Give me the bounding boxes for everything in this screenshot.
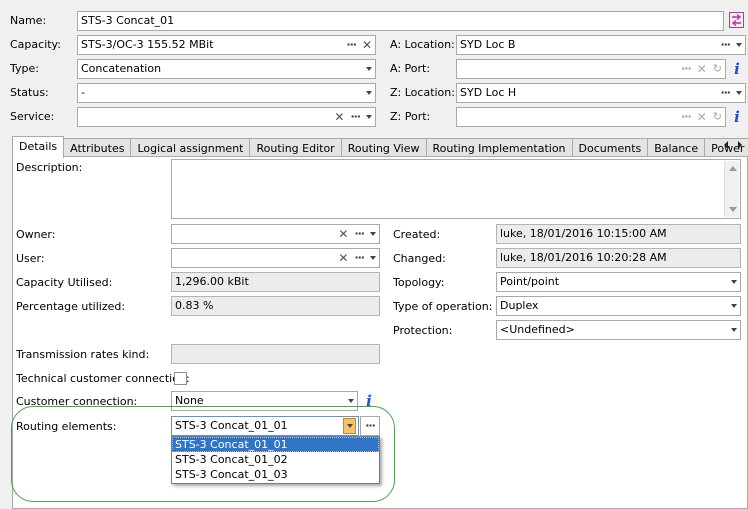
technical-customer-connection-label: Technical customer connection: (16, 372, 190, 385)
capacity-clear-button[interactable]: ✕ (362, 38, 372, 52)
type-dropdown[interactable]: Concatenation (77, 59, 376, 79)
chevron-down-icon[interactable] (731, 328, 737, 332)
a-port-clear-button[interactable]: ✕ (697, 62, 707, 76)
tab-scroll-left-icon[interactable] (722, 140, 730, 153)
owner-more-button[interactable]: ··· (354, 227, 365, 241)
owner-field[interactable]: ✕ ··· (171, 224, 380, 244)
more-icon: ··· (365, 419, 376, 432)
changed-label: Changed: (393, 252, 446, 265)
transmission-rates-kind-field (171, 344, 380, 364)
protection-dropdown[interactable]: <Undefined> (496, 320, 741, 340)
type-label: Type: (10, 62, 39, 75)
capacity-field[interactable]: STS-3/OC-3 155.52 MBit ··· ✕ (77, 35, 376, 55)
a-port-info-icon[interactable]: i (731, 61, 743, 77)
status-dropdown[interactable]: - (77, 83, 376, 103)
tab-scroll-right-icon[interactable] (736, 140, 744, 153)
chevron-down-icon[interactable] (370, 232, 376, 236)
type-of-operation-dropdown[interactable]: Duplex (496, 296, 741, 316)
customer-connection-info-icon[interactable]: i (363, 393, 375, 409)
tab-documents[interactable]: Documents (571, 138, 649, 158)
description-label: Description: (16, 161, 83, 174)
type-of-operation-label: Type of operation: (393, 300, 493, 313)
created-field: luke, 18/01/2016 10:15:00 AM (496, 224, 741, 244)
user-field[interactable]: ✕ ··· (171, 248, 380, 268)
routing-elements-more-button[interactable]: ··· (360, 416, 380, 436)
tab-routing-view[interactable]: Routing View (340, 138, 427, 158)
owner-clear-button[interactable]: ✕ (338, 227, 348, 241)
service-label: Service: (10, 110, 55, 123)
percentage-utilized-label: Percentage utilized: (16, 300, 126, 313)
tab-attributes[interactable]: Attributes (63, 138, 132, 158)
z-location-field[interactable]: SYD Loc H ··· (456, 83, 746, 103)
chevron-down-icon[interactable] (366, 91, 372, 95)
capacity-label: Capacity: (10, 38, 61, 51)
changed-field: luke, 18/01/2016 10:20:28 AM (496, 248, 741, 268)
tab-routing-implementation[interactable]: Routing Implementation (425, 138, 573, 158)
capacity-utilised-label: Capacity Utilised: (16, 276, 113, 289)
a-port-reset-icon[interactable]: ↻ (713, 62, 722, 76)
routing-elements-dropdown[interactable]: STS-3 Concat_01_01 (171, 416, 359, 436)
topology-label: Topology: (393, 276, 445, 289)
user-more-button[interactable]: ··· (354, 251, 365, 265)
tab-details[interactable]: Details (12, 136, 65, 158)
name-field[interactable]: STS-3 Concat_01 (77, 11, 724, 31)
a-location-more-button[interactable]: ··· (720, 38, 731, 52)
z-port-more-button[interactable]: ··· (681, 110, 692, 124)
routing-elements-label: Routing elements: (16, 420, 117, 433)
chevron-down-icon[interactable] (736, 43, 742, 47)
z-port-field[interactable]: ··· ✕ ↻ (456, 107, 726, 127)
z-port-label: Z: Port: (390, 110, 431, 123)
technical-customer-connection-checkbox[interactable] (174, 372, 187, 385)
a-port-label: A: Port: (390, 62, 431, 75)
z-port-clear-button[interactable]: ✕ (697, 110, 707, 124)
customer-connection-dropdown[interactable]: None (171, 391, 358, 411)
service-more-button[interactable]: ··· (350, 110, 361, 124)
chevron-down-icon[interactable] (366, 67, 372, 71)
a-location-label: A: Location: (390, 38, 455, 51)
chevron-down-icon[interactable] (736, 91, 742, 95)
z-location-label: Z: Location: (390, 86, 455, 99)
chevron-down-icon[interactable] (366, 115, 372, 119)
z-port-reset-icon[interactable]: ↻ (713, 110, 722, 124)
chevron-down-icon[interactable] (370, 256, 376, 260)
swap-icon[interactable] (729, 12, 744, 28)
routing-elements-dropdown-button[interactable] (343, 418, 356, 434)
service-field[interactable]: ✕ ··· (77, 107, 376, 127)
tab-logical-assignment[interactable]: Logical assignment (130, 138, 251, 158)
scroll-up-icon[interactable] (729, 166, 737, 171)
service-clear-button[interactable]: ✕ (334, 110, 344, 124)
a-port-field[interactable]: ··· ✕ ↻ (456, 59, 726, 79)
topology-dropdown[interactable]: Point/point (496, 272, 741, 292)
transmission-rates-kind-label: Transmission rates kind: (16, 348, 150, 361)
z-location-more-button[interactable]: ··· (720, 86, 731, 100)
routing-element-option[interactable]: STS-3 Concat_01_01 (172, 437, 379, 452)
routing-elements-options: STS-3 Concat_01_01 STS-3 Concat_01_02 ST… (171, 436, 380, 484)
z-port-info-icon[interactable]: i (731, 109, 743, 125)
customer-connection-label: Customer connection: (16, 395, 138, 408)
chevron-down-icon (346, 424, 353, 428)
created-label: Created: (393, 228, 441, 241)
scroll-down-icon[interactable] (729, 207, 737, 212)
user-clear-button[interactable]: ✕ (338, 251, 348, 265)
capacity-more-button[interactable]: ··· (346, 38, 357, 52)
capacity-utilised-field: 1,296.00 kBit (171, 272, 380, 292)
chevron-down-icon[interactable] (731, 280, 737, 284)
name-label: Name: (10, 14, 47, 27)
user-label: User: (16, 252, 45, 265)
protection-label: Protection: (393, 324, 453, 337)
description-textarea[interactable] (171, 159, 741, 219)
tab-routing-editor[interactable]: Routing Editor (249, 138, 342, 158)
owner-label: Owner: (16, 228, 56, 241)
routing-element-option[interactable]: STS-3 Concat_01_03 (172, 467, 379, 482)
a-location-field[interactable]: SYD Loc B ··· (456, 35, 746, 55)
description-scrollbar[interactable] (724, 161, 739, 217)
percentage-utilized-field: 0.83 % (171, 296, 380, 316)
chevron-down-icon[interactable] (348, 399, 354, 403)
a-port-more-button[interactable]: ··· (681, 62, 692, 76)
routing-element-option[interactable]: STS-3 Concat_01_02 (172, 452, 379, 467)
tab-strip: Details Attributes Logical assignment Ro… (12, 136, 748, 158)
status-label: Status: (10, 86, 49, 99)
tab-balance[interactable]: Balance (647, 138, 706, 158)
chevron-down-icon[interactable] (731, 304, 737, 308)
